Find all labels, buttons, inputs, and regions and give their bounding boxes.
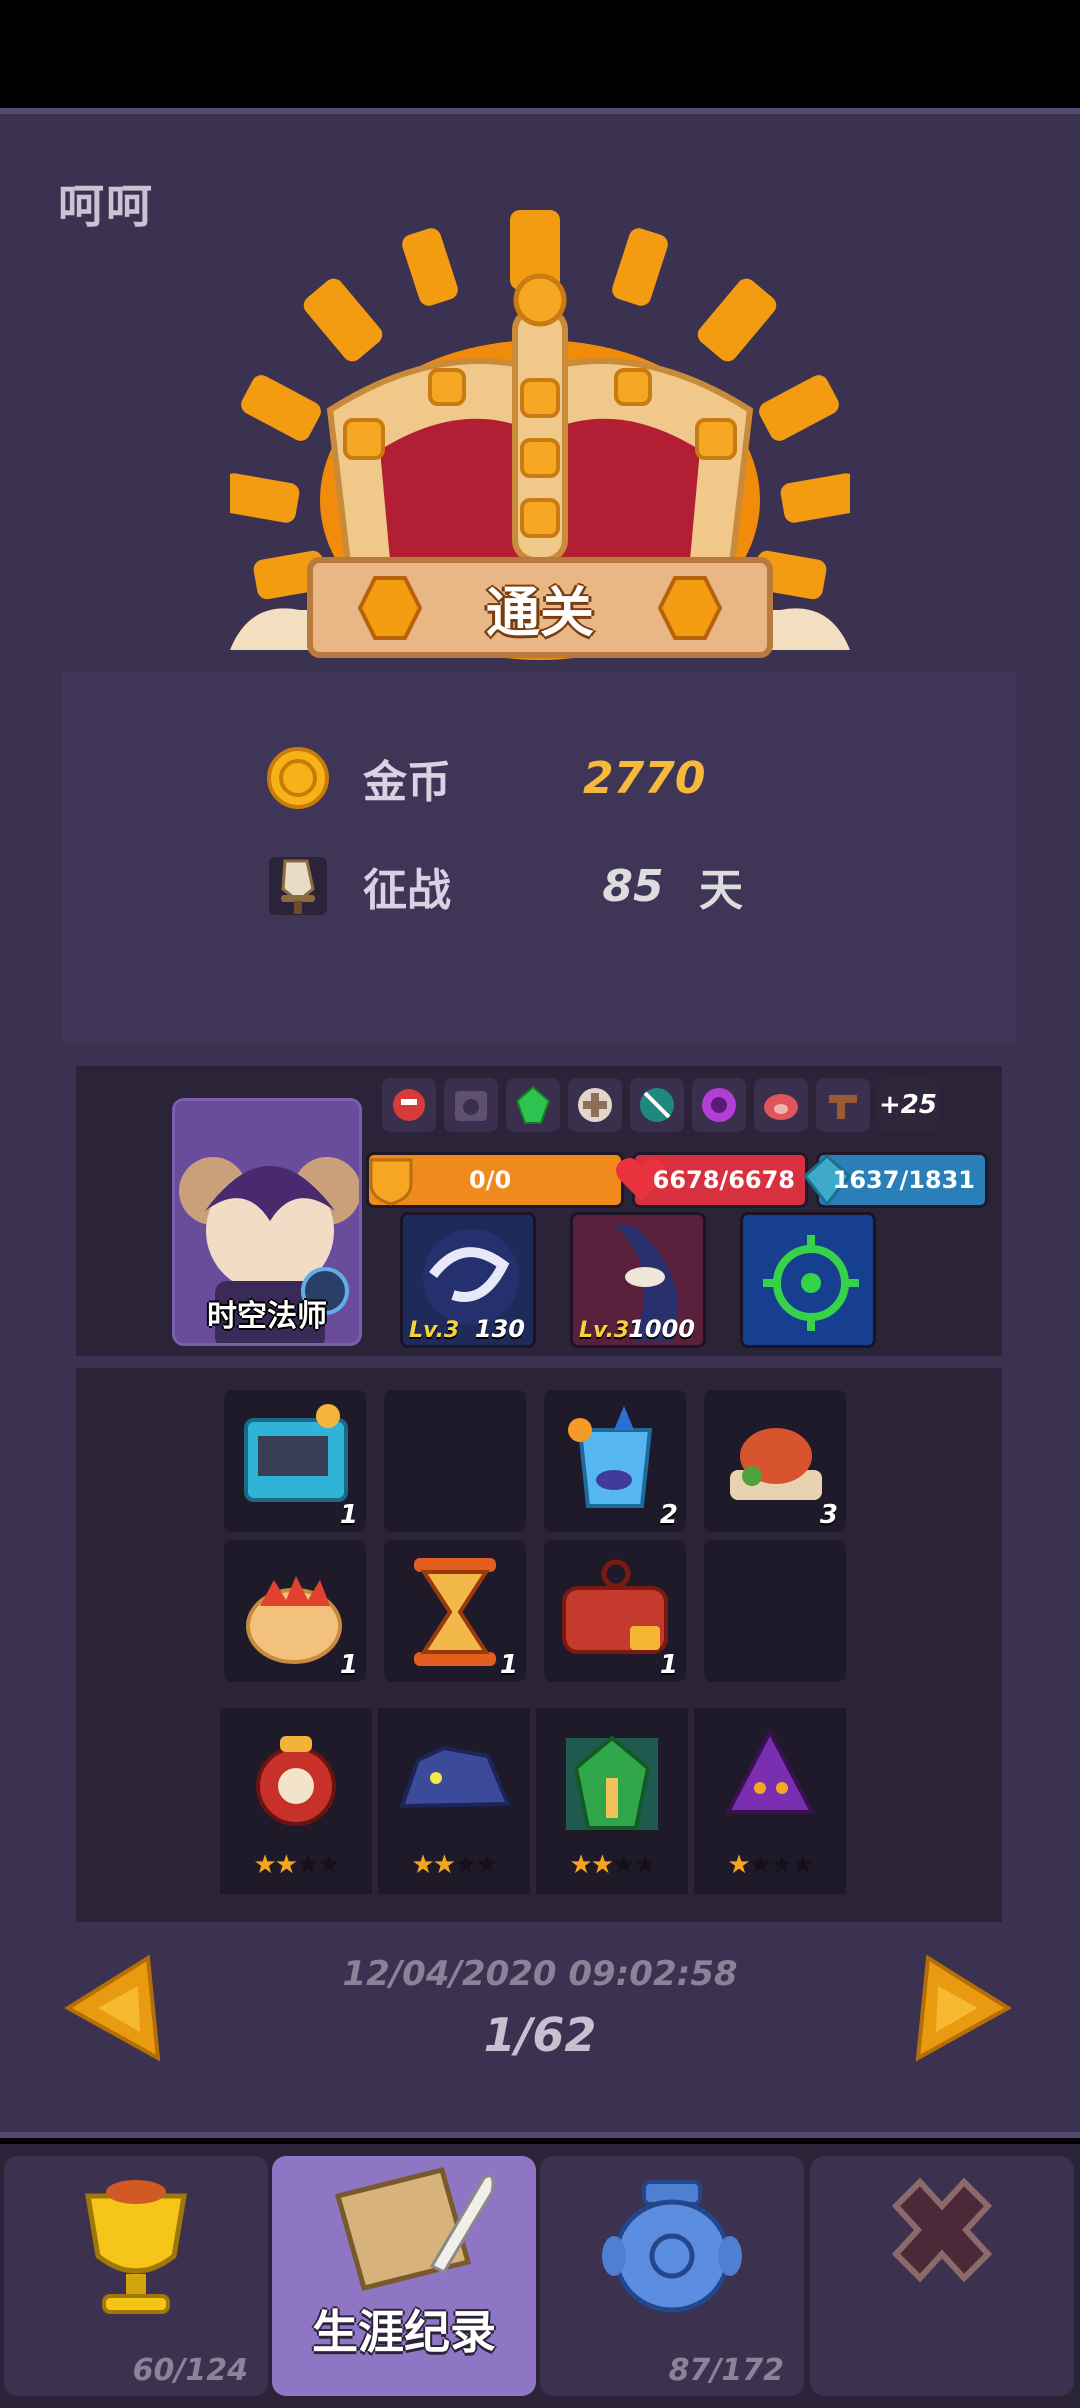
purple-orb-relic-icon[interactable] [692,1078,746,1132]
star-empty-icon: ★ [475,1850,498,1880]
campaign-unit: 天 [699,865,743,916]
blue-beast-pet-icon [399,1745,511,1809]
inventory-panel: 1 2 3 1 1 1 ★★★★ ★★★★ ★★★★ ★★★★ [76,1368,1002,1922]
skill-1-level: Lv.3 [409,1318,460,1343]
status-bar [0,0,1080,108]
skill-1-value: 130 [474,1315,525,1343]
star-filled-icon: ★ [590,1850,614,1880]
star-filled-icon: ★ [727,1850,750,1880]
close-icon [891,2177,993,2283]
skill-slot-1[interactable]: Lv.3 130 [400,1212,536,1348]
hero-panel: 时空法师 +25 0/0 6678/6678 1637/1831 Lv.3 13… [76,1066,1002,1356]
item-slot-3[interactable]: 2 [544,1390,686,1532]
star-empty-icon: ★ [612,1850,635,1880]
gold-row: 金币 2770 [267,738,706,818]
pet-4-stars: ★★★★ [694,1850,846,1880]
more-relics-badge[interactable]: +25 [878,1078,938,1132]
item-7-count: 1 [659,1650,678,1680]
clock-bomb-pet-icon [256,1736,336,1826]
mana-value: 1637/1831 [832,1166,975,1194]
blue-jar-icon [602,2180,742,2313]
pet-3-stars: ★★★★ [536,1850,688,1880]
run-summary: 金币 2770 征战 85 天 [62,672,1016,1042]
skull-calendar-relic-icon[interactable] [444,1078,498,1132]
relic-row: +25 [382,1078,938,1132]
gold-coin-icon [267,747,329,809]
star-filled-icon: ★ [411,1850,434,1880]
tab-career-record-label: 生涯纪录 [312,2305,496,2359]
star-filled-icon: ★ [432,1850,456,1880]
hp-bar: 6678/6678 [616,1152,808,1208]
item-1-count: 1 [339,1500,358,1530]
campaign-row: 征战 85 天 [267,846,743,926]
gold-label: 金币 [363,757,451,808]
tab-trophies[interactable]: 60/124 [4,2156,268,2396]
star-filled-icon: ★ [569,1850,592,1880]
star-empty-icon: ★ [770,1850,793,1880]
skill-slot-3[interactable] [740,1212,876,1348]
pet-slot-4[interactable]: ★★★★ [694,1708,846,1894]
item-slot-8[interactable] [704,1540,846,1682]
mana-bar: 1637/1831 [802,1152,988,1208]
hp-value: 6678/6678 [652,1166,795,1194]
player-name: 呵呵 [58,179,154,233]
sword-icon [269,857,327,915]
star-empty-icon: ★ [748,1850,772,1880]
item-3-count: 2 [659,1500,678,1530]
shield-bar: 0/0 [366,1152,624,1208]
mute-relic-icon[interactable] [630,1078,684,1132]
bottom-tab-bar: 60/124 生涯纪录 87/172 [0,2144,1080,2408]
star-empty-icon: ★ [296,1850,319,1880]
campaign-label: 征战 [363,865,451,916]
golden-chalice-icon [85,2180,187,2314]
shield-value: 0/0 [469,1166,512,1194]
pet-2-stars: ★★★★ [378,1850,530,1880]
campaign-days: 85 [602,860,664,912]
scroll-quill-icon [334,2166,495,2292]
skill-2-level: Lv.3 [579,1318,630,1343]
crossbow-relic-icon[interactable] [816,1078,870,1132]
item-slot-6[interactable]: 1 [384,1540,526,1682]
star-empty-icon: ★ [633,1850,656,1880]
item-slot-5[interactable]: 1 [224,1540,366,1682]
victory-crown: 通关 [220,200,860,670]
item-slot-2[interactable] [384,1390,526,1532]
star-empty-icon: ★ [317,1850,340,1880]
hero-portrait[interactable]: 时空法师 [172,1098,362,1346]
item-slot-1[interactable]: 1 [224,1390,366,1532]
star-filled-icon: ★ [253,1850,276,1880]
purple-wizard-pet-icon [724,1727,816,1814]
pig-relic-icon[interactable] [754,1078,808,1132]
skill-2-value: 1000 [628,1315,695,1343]
tab-trophies-count: 60/124 [132,2353,248,2388]
tab-career-record[interactable]: 生涯纪录 [272,2156,536,2396]
tab-jar-count: 87/172 [668,2353,784,2388]
next-arrow-icon[interactable] [914,1952,1014,2064]
pet-slot-3[interactable]: ★★★★ [536,1708,688,1894]
gold-value: 2770 [583,752,706,804]
pet-slot-1[interactable]: ★★★★ [220,1708,372,1894]
star-empty-icon: ★ [791,1850,814,1880]
pet-slot-2[interactable]: ★★★★ [378,1708,530,1894]
item-4-count: 3 [819,1500,838,1530]
pet-1-stars: ★★★★ [220,1850,372,1880]
item-slot-7[interactable]: 1 [544,1540,686,1682]
skill-slot-2[interactable]: Lv.3 1000 [570,1212,706,1348]
star-empty-icon: ★ [454,1850,477,1880]
tab-jar[interactable]: 87/172 [540,2156,804,2396]
green-gem-relic-icon[interactable] [506,1078,560,1132]
demon-mask-relic-icon[interactable] [382,1078,436,1132]
cross-shield-relic-icon[interactable] [568,1078,622,1132]
hero-name: 时空法师 [207,1299,327,1334]
green-robe-pet-icon [566,1735,658,1830]
item-slot-4[interactable]: 3 [704,1390,846,1532]
shield-icon [369,1158,413,1206]
star-filled-icon: ★ [274,1850,298,1880]
result-banner: 通关 [486,581,594,644]
item-5-count: 1 [339,1650,358,1680]
target-skill-icon [763,1235,859,1331]
tab-close[interactable] [810,2156,1074,2396]
item-6-count: 1 [499,1650,518,1680]
